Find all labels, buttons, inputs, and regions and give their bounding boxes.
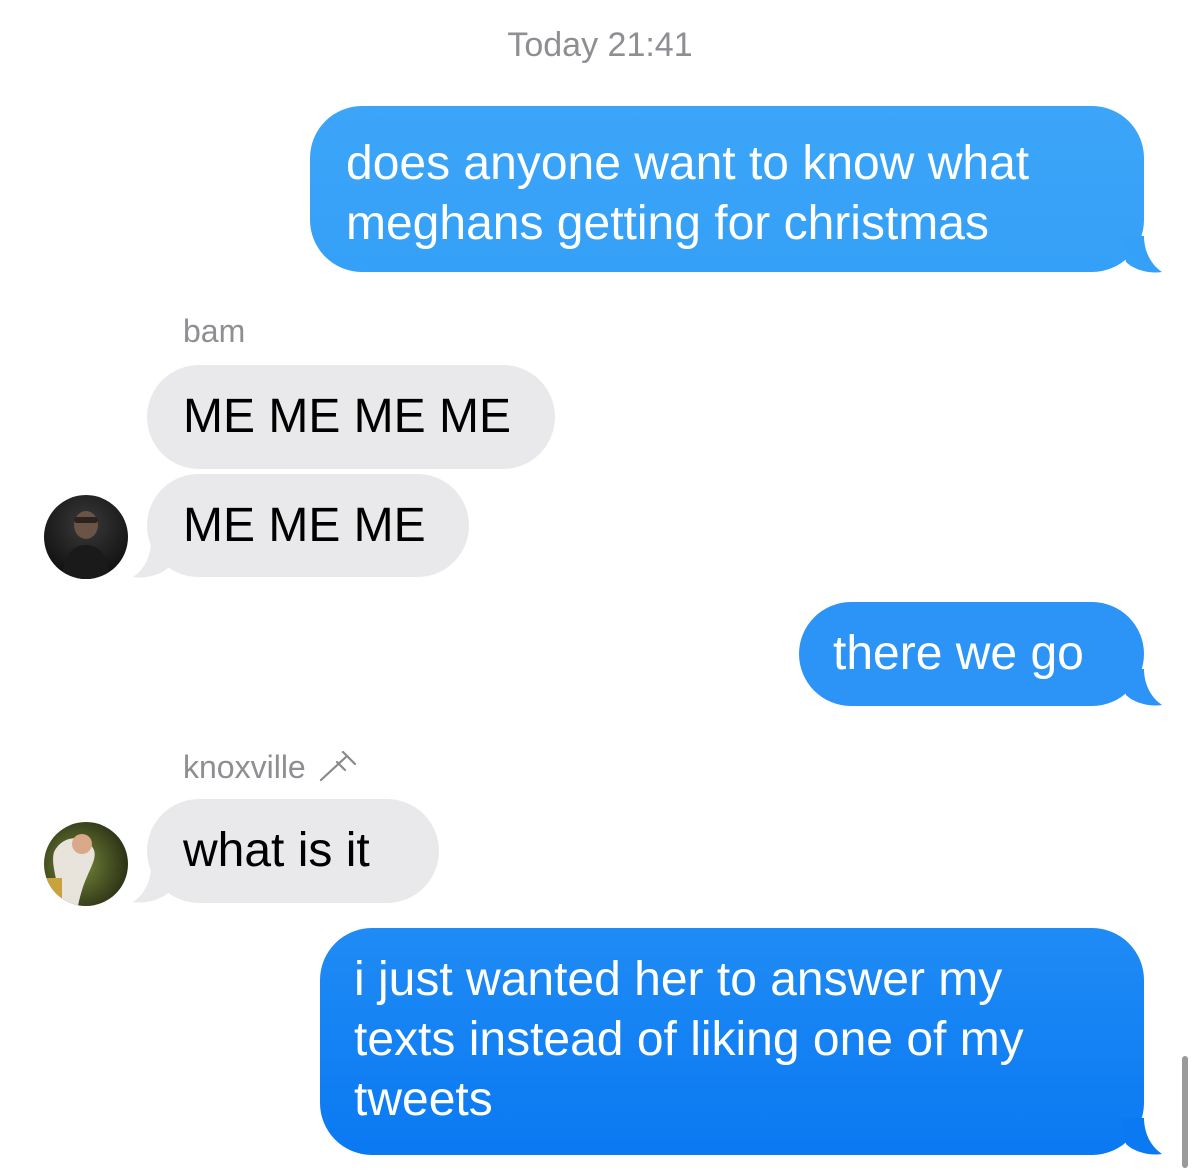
message-line: ME ME ME (183, 499, 426, 552)
bubble-tail (1122, 236, 1162, 273)
message-line: does anyone want to know what (346, 137, 1030, 190)
bubble-tail (1122, 669, 1162, 706)
message-line: tweets (354, 1073, 493, 1126)
outgoing-message-bubble[interactable]: does anyone want to know what meghans ge… (310, 106, 1144, 272)
message-line: meghans getting for christmas (346, 197, 989, 250)
bubble-tail (133, 866, 173, 903)
message-line: what is it (183, 824, 370, 877)
incoming-message-bubble[interactable]: what is it (147, 799, 439, 903)
crutch-emoji-icon (319, 750, 356, 782)
outgoing-message-bubble[interactable]: i just wanted her to answer my texts ins… (320, 928, 1144, 1155)
avatar-bam[interactable] (44, 495, 128, 579)
incoming-message-bubble[interactable]: ME ME ME (147, 474, 469, 577)
sender-name-bam: bam (183, 313, 246, 349)
scrollbar[interactable] (1182, 1056, 1188, 1168)
bubble-tail (133, 541, 173, 578)
sender-name-text: knoxville (183, 749, 306, 785)
timestamp: Today 21:41 (507, 26, 693, 64)
message-line: ME ME ME ME (183, 390, 512, 443)
green-portrait-avatar-icon (44, 822, 128, 906)
message-line: there we go (833, 627, 1084, 680)
message-line: i just wanted her to answer my (354, 953, 1003, 1006)
avatar-knoxville[interactable] (44, 822, 128, 906)
message-line: texts instead of liking one of my (354, 1013, 1024, 1066)
bubble-tail (1122, 1118, 1162, 1155)
incoming-message-bubble[interactable]: ME ME ME ME (147, 365, 555, 469)
dark-portrait-avatar-icon (44, 495, 128, 579)
sender-name-knoxville: knoxville (183, 748, 361, 786)
outgoing-message-bubble[interactable]: there we go (799, 602, 1144, 706)
